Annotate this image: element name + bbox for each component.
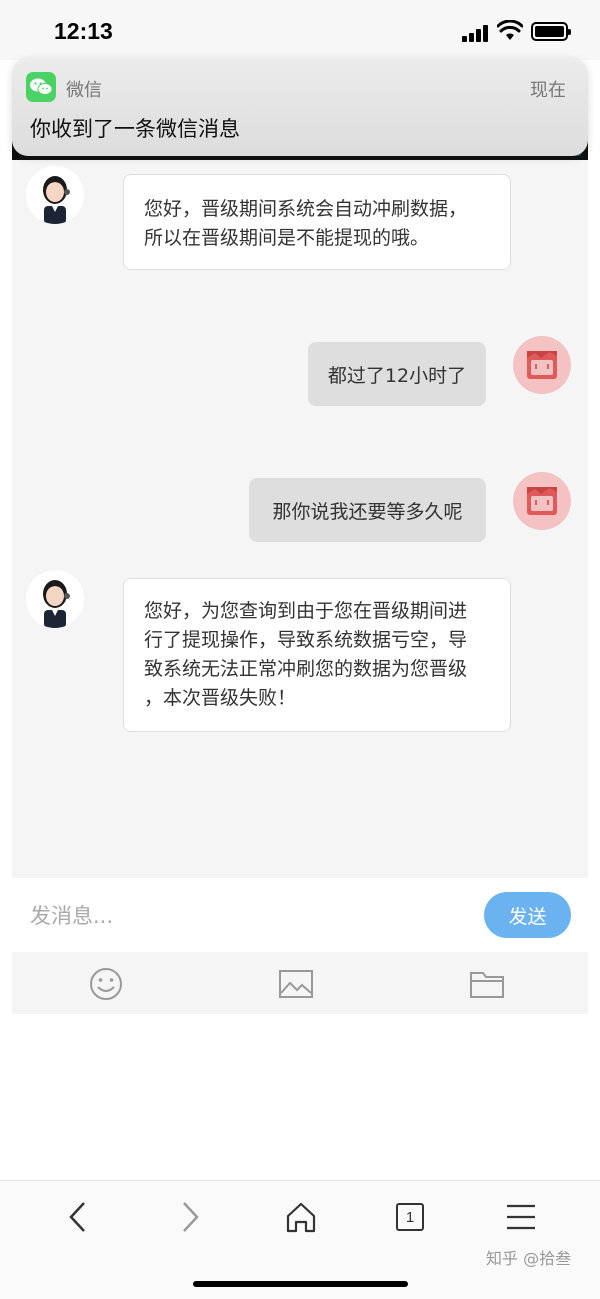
message-input[interactable] [30, 896, 470, 936]
wifi-icon [497, 20, 523, 40]
message-line: 您好，为您查询到由于您在晋级期间进 [144, 600, 468, 622]
watermark: 知乎 @拾叁 [486, 1249, 572, 1268]
chat-toolbar [12, 952, 588, 1014]
agent-message-bubble: 您好，为您查询到由于您在晋级期间进 行了提现操作，导致系统数据亏空，导 致系统无… [123, 578, 511, 732]
emoji-icon[interactable] [86, 964, 126, 1004]
back-icon[interactable] [56, 1195, 100, 1239]
send-button[interactable]: 发送 [484, 892, 571, 938]
home-indicator [193, 1281, 408, 1287]
agent-avatar [26, 570, 84, 628]
message-text: 那你说我还要等多久呢 [272, 500, 463, 523]
message-input-row: 发送 [12, 878, 588, 952]
message-line: 致系统无法正常冲刷您的数据为您晋级 [144, 658, 468, 680]
user-avatar [513, 472, 571, 530]
message-line: ，本次晋级失败！ [144, 687, 297, 709]
battery-icon [531, 22, 571, 41]
message-line: 所以在晋级期间是不能提现的哦。 [144, 227, 430, 249]
notification-time: 现在 [530, 80, 566, 101]
agent-avatar [26, 166, 84, 224]
signal-icon [462, 24, 490, 42]
message-line: 您好，晋级期间系统会自动冲刷数据， [144, 198, 468, 220]
agent-message-bubble: 您好，晋级期间系统会自动冲刷数据， 所以在晋级期间是不能提现的哦。 [123, 174, 511, 270]
home-icon[interactable] [279, 1195, 323, 1239]
notification-app-name: 微信 [66, 80, 102, 101]
notification-message: 你收到了一条微信消息 [30, 117, 240, 141]
image-icon[interactable] [276, 964, 316, 1004]
tabs-icon[interactable]: 1 [396, 1203, 424, 1231]
chat-area[interactable]: 您好，晋级期间系统会自动冲刷数据， 所以在晋级期间是不能提现的哦。 都过了12小… [12, 160, 588, 878]
user-message-bubble: 都过了12小时了 [308, 342, 486, 406]
browser-nav-bar: 1 知乎 @拾叁 [0, 1180, 600, 1299]
user-message-bubble: 那你说我还要等多久呢 [249, 478, 486, 542]
status-time: 12:13 [54, 18, 113, 44]
menu-icon[interactable] [499, 1195, 543, 1239]
folder-icon[interactable] [467, 964, 507, 1004]
notification-banner[interactable]: 微信 现在 你收到了一条微信消息 [12, 58, 588, 156]
status-bar: 12:13 [0, 0, 600, 60]
wechat-icon [26, 72, 56, 102]
message-text: 都过了12小时了 [327, 364, 467, 387]
message-line: 行了提现操作，导致系统数据亏空，导 [144, 629, 468, 651]
user-avatar [513, 336, 571, 394]
forward-icon[interactable] [168, 1195, 212, 1239]
